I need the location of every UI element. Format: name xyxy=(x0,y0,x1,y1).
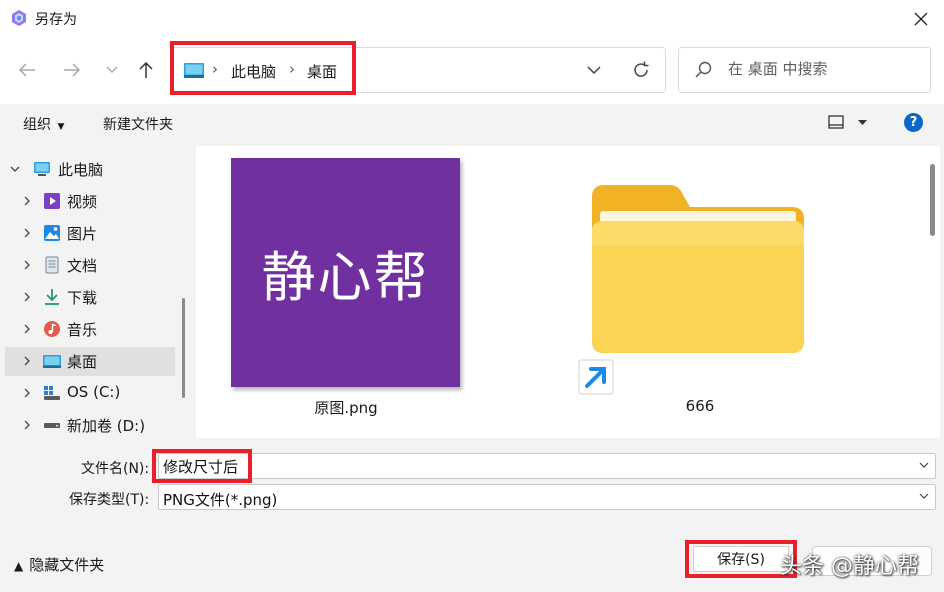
sidebar-item-label: 视频 xyxy=(67,193,98,211)
sidebar-item-label: OS (C:) xyxy=(67,383,121,401)
video-icon xyxy=(44,193,60,209)
file-list-scrollbar[interactable] xyxy=(930,164,935,236)
sidebar-item-label: 文档 xyxy=(67,257,98,275)
caret-up-icon: ▲ xyxy=(14,559,24,573)
organize-label: 组织 xyxy=(23,117,51,133)
folder-icon[interactable] xyxy=(592,185,804,353)
sidebar-item-documents[interactable]: 文档 xyxy=(0,251,180,280)
sidebar-item-desktop[interactable]: 桌面 xyxy=(5,347,175,376)
sidebar-item-this-pc[interactable]: 此电脑 xyxy=(0,155,180,184)
hide-folders-button[interactable]: ▲ 隐藏文件夹 xyxy=(14,554,104,575)
recent-locations-button[interactable] xyxy=(98,56,126,84)
chevron-down-icon[interactable] xyxy=(584,60,604,80)
sidebar-item-label: 新加卷 (D:) xyxy=(67,417,146,435)
arrow-right-icon xyxy=(64,63,81,77)
music-icon xyxy=(44,321,60,337)
filename-highlight-box xyxy=(152,449,252,483)
document-icon xyxy=(45,256,59,274)
caret-down-icon: ▼ xyxy=(57,122,65,132)
sidebar-item-drive-c[interactable]: OS (C:) xyxy=(0,379,180,408)
sidebar-scrollbar[interactable] xyxy=(182,298,185,398)
close-icon xyxy=(914,12,928,26)
app-icon xyxy=(12,10,26,26)
sidebar-item-pictures[interactable]: 图片 xyxy=(0,219,180,248)
system-drive-icon xyxy=(44,386,60,400)
drive-icon xyxy=(44,423,60,428)
caret-down-icon[interactable] xyxy=(858,120,867,125)
sidebar-item-label: 桌面 xyxy=(67,353,98,371)
sidebar-item-label: 音乐 xyxy=(67,321,98,339)
search-input[interactable] xyxy=(728,60,918,78)
refresh-icon[interactable] xyxy=(631,60,651,80)
chevron-right-icon[interactable] xyxy=(22,259,32,271)
chevron-right-icon[interactable] xyxy=(22,291,32,303)
chevron-right-icon[interactable] xyxy=(22,227,32,239)
hide-folders-label: 隐藏文件夹 xyxy=(29,556,105,574)
close-button[interactable] xyxy=(898,0,944,38)
chevron-right-icon[interactable] xyxy=(22,195,32,207)
sidebar-item-music[interactable]: 音乐 xyxy=(0,315,180,344)
sidebar-item-label: 下载 xyxy=(67,289,98,307)
download-icon xyxy=(45,289,59,305)
sidebar-item-videos[interactable]: 视频 xyxy=(0,187,180,216)
filename-input[interactable] xyxy=(163,457,903,475)
chevron-down-icon[interactable] xyxy=(919,493,929,499)
file-name-label[interactable]: 原图.png xyxy=(290,397,402,418)
up-button[interactable] xyxy=(132,56,160,84)
new-folder-button[interactable]: 新建文件夹 xyxy=(103,114,173,134)
watermark-text: 头条 @静心帮 xyxy=(780,554,919,579)
folder-name-label[interactable]: 666 xyxy=(670,397,730,415)
file-thumbnail[interactable]: 静心帮 xyxy=(231,158,460,387)
sidebar-item-label: 图片 xyxy=(67,225,98,243)
back-button[interactable] xyxy=(13,56,41,84)
desktop-icon xyxy=(43,355,61,368)
address-highlight-box xyxy=(170,41,356,95)
filename-label: 文件名(N): xyxy=(81,461,150,477)
view-layout-icon[interactable] xyxy=(828,115,844,129)
chevron-right-icon[interactable] xyxy=(22,323,32,335)
sidebar-item-downloads[interactable]: 下载 xyxy=(0,283,180,312)
thumbnail-text: 静心帮 xyxy=(261,246,430,309)
window-title: 另存为 xyxy=(35,12,77,28)
forward-button[interactable] xyxy=(58,56,86,84)
arrow-up-icon xyxy=(139,61,153,78)
help-button[interactable]: ? xyxy=(904,113,923,132)
filetype-label: 保存类型(T): xyxy=(69,492,150,508)
shortcut-arrow-icon xyxy=(578,359,614,395)
sidebar-item-label: 此电脑 xyxy=(58,161,104,179)
chevron-right-icon[interactable] xyxy=(22,419,32,431)
filename-field[interactable] xyxy=(158,453,936,479)
sidebar-item-drive-d[interactable]: 新加卷 (D:) xyxy=(0,411,180,440)
filetype-select[interactable]: PNG文件(*.png) xyxy=(158,484,936,510)
chevron-right-icon[interactable] xyxy=(22,355,32,367)
chevron-down-icon[interactable] xyxy=(919,462,929,468)
arrow-left-icon xyxy=(18,63,35,77)
chevron-down-icon[interactable] xyxy=(10,163,20,175)
chevron-right-icon[interactable] xyxy=(22,387,32,399)
picture-icon xyxy=(44,225,60,241)
organize-button[interactable]: 组织 ▼ xyxy=(23,114,64,134)
search-icon xyxy=(695,61,712,78)
monitor-icon xyxy=(34,162,50,176)
chevron-down-icon xyxy=(106,66,118,73)
filetype-value: PNG文件(*.png) xyxy=(163,491,278,509)
title-bar xyxy=(0,0,944,38)
